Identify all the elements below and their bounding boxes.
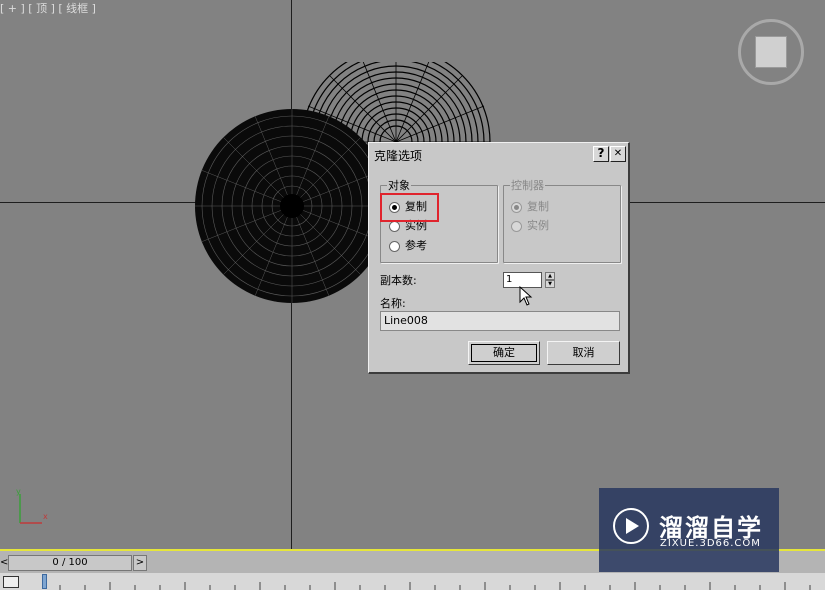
clone-options-dialog: 克隆选项 ? ✕ 对象 复制 实例 参考 控制器 复制 实例 副本数: 1 ▲ … bbox=[368, 142, 630, 374]
wireframe-object-front[interactable] bbox=[195, 108, 389, 304]
gizmo-x-label: x bbox=[43, 512, 48, 521]
spinner-up-icon[interactable]: ▲ bbox=[545, 272, 555, 280]
radio-reference-indicator[interactable] bbox=[389, 240, 400, 252]
name-label: 名称: bbox=[380, 297, 406, 310]
name-field[interactable]: Line008 bbox=[380, 311, 620, 331]
watermark-url: ZIXUE.3D66.COM bbox=[660, 538, 761, 549]
controller-radio-instance[interactable]: 实例 bbox=[511, 217, 549, 233]
axis-gizmo-icon: y x bbox=[16, 488, 48, 524]
viewcube-face-icon[interactable] bbox=[755, 36, 787, 68]
spinner-down-icon[interactable]: ▼ bbox=[545, 280, 555, 288]
controller-radio-instance-label: 实例 bbox=[527, 219, 549, 232]
help-button[interactable]: ? bbox=[593, 146, 609, 162]
cancel-button[interactable]: 取消 bbox=[547, 341, 620, 365]
controller-radio-copy-indicator[interactable] bbox=[511, 201, 522, 213]
close-button[interactable]: ✕ bbox=[610, 146, 626, 162]
radio-instance-indicator[interactable] bbox=[389, 220, 400, 232]
play-logo-icon bbox=[613, 508, 649, 544]
controller-group-legend: 控制器 bbox=[511, 179, 544, 192]
radio-reference-label: 参考 bbox=[405, 239, 427, 252]
ok-button[interactable]: 确定 bbox=[468, 341, 540, 365]
timeline-prev-button[interactable]: < bbox=[0, 555, 8, 571]
object-group-legend: 对象 bbox=[388, 179, 410, 192]
ruler-ticks bbox=[59, 582, 811, 590]
radio-reference[interactable]: 参考 bbox=[389, 237, 427, 253]
mouse-cursor-icon bbox=[519, 286, 533, 306]
copies-label: 副本数: bbox=[380, 274, 417, 287]
dialog-titlebar[interactable]: 克隆选项 ? ✕ bbox=[371, 145, 626, 163]
timeline-next-button[interactable]: > bbox=[133, 555, 147, 571]
watermark-logo: 溜溜自学 ZIXUE.3D66.COM bbox=[599, 488, 779, 572]
highlight-annotation-box bbox=[380, 193, 439, 222]
track-bar-ruler[interactable] bbox=[0, 573, 825, 590]
controller-radio-copy-label: 复制 bbox=[527, 200, 549, 213]
gizmo-y-label: y bbox=[16, 488, 21, 496]
viewcube-navigator[interactable] bbox=[738, 19, 804, 85]
controller-radio-copy[interactable]: 复制 bbox=[511, 198, 549, 214]
controller-radio-instance-indicator[interactable] bbox=[511, 220, 522, 232]
viewport-label[interactable]: [ + ] [ 顶 ] [ 线框 ] bbox=[0, 0, 96, 16]
time-slider[interactable]: 0 / 100 bbox=[8, 555, 132, 571]
dialog-title: 克隆选项 bbox=[374, 149, 423, 163]
